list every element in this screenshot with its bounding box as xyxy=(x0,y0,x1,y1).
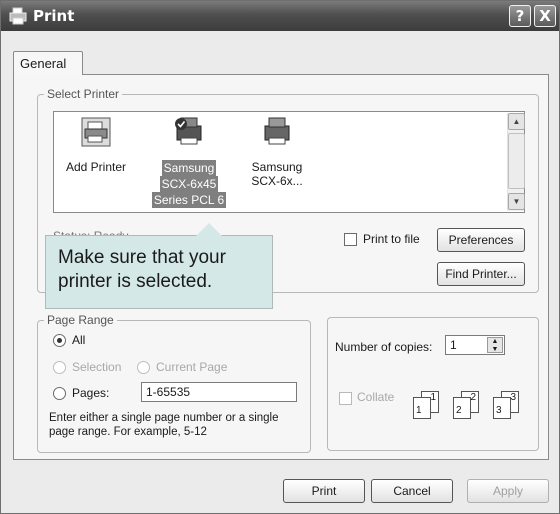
collate-pages-icon: 1 1 2 2 3 3 xyxy=(413,391,533,431)
collate-checkbox[interactable] xyxy=(339,392,352,405)
scroll-down-arrow-icon[interactable]: ▼ xyxy=(508,193,525,210)
page-range-current-page-label[interactable]: Current Page xyxy=(156,360,227,374)
scroll-up-arrow-icon[interactable]: ▲ xyxy=(508,113,525,130)
collate-page-3-front: 3 xyxy=(493,397,511,419)
print-to-file-checkbox[interactable] xyxy=(344,233,357,246)
printer-icon xyxy=(9,7,27,25)
print-dialog: Print ? X General Select Printer Add Pri… xyxy=(0,0,560,514)
page-range-current-page-radio[interactable] xyxy=(137,361,150,374)
title-bar[interactable]: Print ? X xyxy=(1,1,559,31)
printer-label: Samsung SCX-6x... xyxy=(244,160,310,188)
print-button[interactable]: Print xyxy=(283,479,365,503)
page-range-legend: Page Range xyxy=(47,313,114,327)
printer-icon xyxy=(264,117,290,145)
tab-general[interactable]: General xyxy=(13,51,83,75)
callout-pointer xyxy=(196,223,222,236)
printer-list[interactable]: Add Printer Samsung SCX-6x45 Series PCL … xyxy=(53,111,525,213)
instruction-callout: Make sure that your printer is selected. xyxy=(45,223,273,309)
apply-button[interactable]: Apply xyxy=(467,479,549,503)
printer-label-line-2: SCX-6x... xyxy=(251,174,303,188)
printer-label: Add Printer xyxy=(65,160,127,174)
printer-label-line-3: Series PCL 6 xyxy=(151,192,227,208)
collate-page-1-back-number: 1 xyxy=(430,392,436,403)
page-range-help-line-1: Enter either a single page number or a s… xyxy=(49,412,279,424)
page-range-pages-label[interactable]: Pages: xyxy=(72,386,109,400)
printer-item-samsung-scx-6x[interactable]: Samsung SCX-6x... xyxy=(244,112,310,212)
number-of-copies-label: Number of copies: xyxy=(335,340,433,354)
printer-list-scrollbar[interactable]: ▲ ▼ xyxy=(507,113,525,211)
page-range-selection-label[interactable]: Selection xyxy=(72,360,121,374)
pages-input[interactable]: 1-65535 xyxy=(141,382,297,402)
page-range-selection-radio[interactable] xyxy=(53,361,66,374)
page-range-all-radio[interactable] xyxy=(53,334,66,347)
printer-label-line-2: SCX-6x45 xyxy=(159,176,219,192)
collate-label[interactable]: Collate xyxy=(357,390,394,404)
page-range-help-line-2: page range. For example, 5-12 xyxy=(49,426,207,438)
printer-label-line-1: Samsung xyxy=(161,160,217,176)
collate-page-2-front: 2 xyxy=(453,397,471,419)
print-to-file-label[interactable]: Print to file xyxy=(363,232,420,246)
help-button[interactable]: ? xyxy=(509,5,531,27)
printer-item-add-printer[interactable]: Add Printer xyxy=(60,112,132,212)
collate-page-2-back-number: 2 xyxy=(470,392,476,403)
add-printer-icon xyxy=(81,117,111,147)
preferences-button[interactable]: Preferences xyxy=(437,228,525,252)
callout-text: Make sure that your printer is selected. xyxy=(58,247,226,292)
select-printer-legend: Select Printer xyxy=(47,87,120,101)
collate-page-3-front-number: 3 xyxy=(496,405,502,416)
find-printer-button[interactable]: Find Printer... xyxy=(437,262,525,286)
collate-page-2-front-number: 2 xyxy=(456,405,462,416)
window-title: Print xyxy=(33,7,75,25)
printer-label-line-1: Samsung xyxy=(251,160,303,174)
cancel-button[interactable]: Cancel xyxy=(371,479,453,503)
scroll-thumb[interactable] xyxy=(508,133,525,189)
printer-icon xyxy=(175,117,202,145)
collate-page-3-back-number: 3 xyxy=(510,392,516,403)
close-button[interactable]: X xyxy=(534,5,556,27)
copies-spinner-icon[interactable]: ▲ ▼ xyxy=(487,337,503,353)
collate-page-1-front-number: 1 xyxy=(416,405,422,416)
collate-page-1-front: 1 xyxy=(413,397,431,419)
printer-item-samsung-scx-6x45[interactable]: Samsung SCX-6x45 Series PCL 6 xyxy=(148,112,230,212)
page-range-pages-radio[interactable] xyxy=(53,387,66,400)
printer-label: Samsung SCX-6x45 Series PCL 6 xyxy=(148,160,230,208)
page-range-all-label[interactable]: All xyxy=(72,333,85,347)
